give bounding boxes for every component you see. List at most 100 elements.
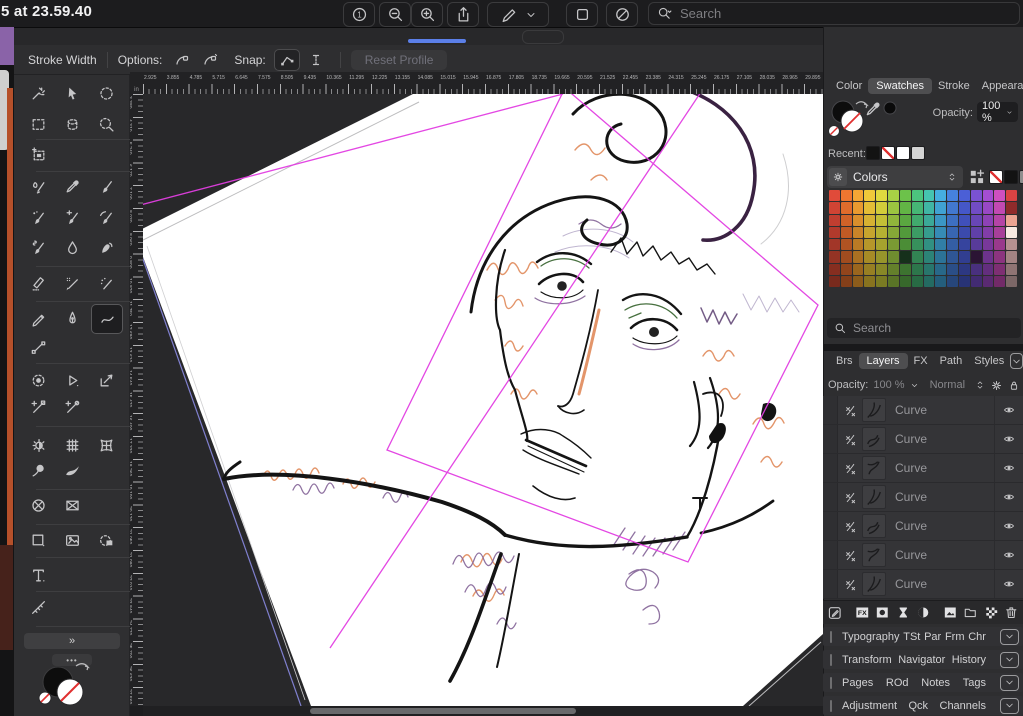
mesh-warp-tool[interactable] [59, 432, 85, 458]
palette-swatch[interactable] [876, 251, 887, 262]
palette-swatch[interactable] [994, 276, 1005, 287]
palette-swatch[interactable] [983, 264, 994, 275]
panel-menu-button[interactable] [1000, 675, 1019, 691]
palette-swatch[interactable] [924, 202, 935, 213]
palette-swatch[interactable] [900, 190, 911, 201]
swatch[interactable] [866, 146, 880, 160]
scrollbar-thumb[interactable] [310, 708, 576, 714]
palette-swatch[interactable] [900, 239, 911, 250]
flood-select-tool[interactable] [25, 80, 51, 106]
panel-drag-handle[interactable] [830, 631, 832, 643]
palette-swatch[interactable] [888, 190, 899, 201]
layer-row[interactable]: Curve [823, 425, 1023, 454]
palette-swatch[interactable] [900, 227, 911, 238]
layer-row[interactable]: Curve [823, 483, 1023, 512]
palette-swatch[interactable] [853, 264, 864, 275]
layer-row[interactable]: Curve [823, 454, 1023, 483]
palette-swatch[interactable] [888, 264, 899, 275]
palette-swatch[interactable] [924, 227, 935, 238]
palette-swatch[interactable] [829, 264, 840, 275]
palette-swatch[interactable] [829, 215, 840, 226]
gear-icon[interactable] [990, 379, 1003, 392]
palette-swatch[interactable] [924, 239, 935, 250]
tab-styles[interactable]: Styles [968, 353, 1010, 369]
panel-tab-chr[interactable]: Chr [968, 631, 986, 643]
palette-swatch[interactable] [876, 264, 887, 275]
layer-thumbnail[interactable] [862, 485, 886, 509]
panel-tab-par[interactable]: Par [924, 631, 941, 643]
smudge-tool[interactable] [93, 234, 119, 260]
collapsed-panel-group[interactable]: TypographyTStParFrmChr [823, 627, 1023, 646]
palette-swatch[interactable] [876, 227, 887, 238]
tab-appearance[interactable]: Appearance [976, 78, 1023, 94]
palette-swatch[interactable] [994, 190, 1005, 201]
palette-swatch[interactable] [983, 215, 994, 226]
tab-swatches[interactable]: Swatches [868, 78, 932, 94]
palette-swatch[interactable] [935, 215, 946, 226]
layer-row[interactable]: Curve [823, 512, 1023, 541]
fx-button[interactable]: FX [855, 605, 870, 620]
palette-swatch[interactable] [876, 239, 887, 250]
palette-swatch[interactable] [829, 190, 840, 201]
tab-layers[interactable]: Layers [859, 353, 908, 369]
palette-swatch[interactable] [876, 215, 887, 226]
layer-name[interactable]: Curve [886, 577, 994, 591]
palette-swatch[interactable] [900, 215, 911, 226]
page-info-button[interactable]: 1 [343, 2, 375, 27]
text-tool[interactable] [25, 562, 51, 588]
palette-swatch[interactable] [959, 276, 970, 287]
panel-tab-channels[interactable]: Channels [940, 700, 986, 712]
panel-tab-tst[interactable]: TSt [903, 631, 920, 643]
palette-swatch[interactable] [947, 190, 958, 201]
add-node-tool[interactable] [25, 394, 51, 420]
palette-swatch[interactable] [983, 251, 994, 262]
zoom-out-button[interactable] [379, 2, 411, 27]
visibility-eye-icon[interactable] [1002, 549, 1016, 561]
palette-swatch[interactable] [983, 239, 994, 250]
visibility-eye-icon[interactable] [1002, 404, 1016, 416]
collapsed-panel-group[interactable]: AdjustmentQckChannels [823, 696, 1023, 715]
layer-name[interactable]: Curve [886, 403, 994, 417]
swatch-none[interactable] [989, 170, 1003, 184]
palette-swatch[interactable] [829, 251, 840, 262]
swatch[interactable] [911, 146, 925, 160]
palette-swatch[interactable] [888, 251, 899, 262]
palette-swatch[interactable] [1006, 202, 1017, 213]
panel-tab-tags[interactable]: Tags [963, 677, 986, 689]
palette-swatch[interactable] [841, 276, 852, 287]
spray-brush-tool[interactable] [93, 270, 119, 296]
mask-button[interactable] [875, 605, 890, 620]
palette-swatch[interactable] [971, 227, 982, 238]
inline-brush-tool[interactable] [59, 204, 85, 230]
tab-color[interactable]: Color [830, 78, 868, 94]
vertical-ruler[interactable]: 3.3804.3105.2406.1707.1008.0308.9609.890… [130, 94, 143, 706]
selection-frame-tool[interactable] [25, 142, 51, 168]
delete-layer-button[interactable] [1004, 605, 1019, 620]
palette-swatch[interactable] [994, 202, 1005, 213]
palette-swatch[interactable] [912, 276, 923, 287]
palette-swatch[interactable] [864, 215, 875, 226]
segment-tool[interactable] [25, 334, 51, 360]
adjustment-hourglass-button[interactable] [896, 605, 911, 620]
palette-swatch[interactable] [1006, 215, 1017, 226]
horizontal-ruler[interactable]: 2.9253.8554.7855.7156.6457.5758.5059.435… [143, 72, 823, 94]
palette-swatch[interactable] [1006, 190, 1017, 201]
palette-swatch[interactable] [876, 276, 887, 287]
panel-tab-qck[interactable]: Qck [908, 700, 928, 712]
palette-swatch[interactable] [959, 264, 970, 275]
move-tool[interactable] [59, 80, 85, 106]
new-image-button[interactable] [943, 605, 958, 620]
palette-swatch[interactable] [912, 264, 923, 275]
panel-tab-transform[interactable]: Transform [842, 654, 892, 666]
palette-swatch[interactable] [912, 227, 923, 238]
palette-swatch[interactable] [994, 239, 1005, 250]
palette-swatch[interactable] [829, 239, 840, 250]
palette-swatch[interactable] [959, 202, 970, 213]
palette-swatch[interactable] [853, 276, 864, 287]
palette-swatch[interactable] [947, 264, 958, 275]
palette-swatch[interactable] [912, 251, 923, 262]
palette-swatch[interactable] [971, 264, 982, 275]
lighting-tool[interactable] [25, 432, 51, 458]
palette-swatch[interactable] [959, 239, 970, 250]
palette-swatch[interactable] [924, 264, 935, 275]
